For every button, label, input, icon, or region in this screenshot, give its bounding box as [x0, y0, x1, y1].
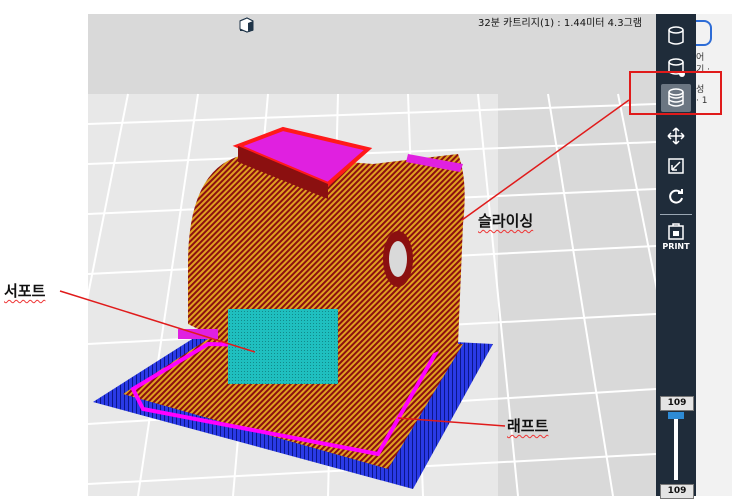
rotate-icon	[669, 189, 683, 204]
cartridge-icon	[668, 26, 684, 45]
support-callout: 서포트	[4, 282, 46, 300]
slicing-callout: 슬라이싱	[478, 212, 534, 230]
print-icon	[668, 223, 684, 240]
move-icon	[667, 127, 685, 145]
side-panel-icon	[696, 20, 712, 46]
cartridge-button[interactable]	[661, 22, 691, 50]
raft-callout: 래프트	[507, 417, 549, 435]
print-estimate-status: 32분 카트리지(1) : 1.44미터 4.3그램	[478, 18, 642, 29]
scene-render	[88, 93, 656, 496]
scale-icon	[668, 158, 684, 174]
layer-slider-thumb[interactable]	[668, 412, 684, 419]
3d-viewport[interactable]: 32분 카트리지(1) : 1.44미터 4.3그램	[88, 14, 656, 496]
move-button[interactable]	[661, 122, 691, 150]
support-structure	[228, 309, 338, 384]
view-right-icon[interactable]	[238, 16, 255, 33]
slicing-highlight-box	[629, 71, 722, 115]
scale-button[interactable]	[661, 152, 691, 180]
toolbar-divider	[660, 214, 692, 215]
layer-slider-top-value[interactable]: 109	[660, 396, 694, 411]
layer-slider-track[interactable]	[674, 414, 678, 480]
rotate-button[interactable]	[661, 182, 691, 210]
print-label: PRINT	[662, 242, 690, 251]
layer-slider-bottom-value[interactable]: 109	[660, 484, 694, 499]
